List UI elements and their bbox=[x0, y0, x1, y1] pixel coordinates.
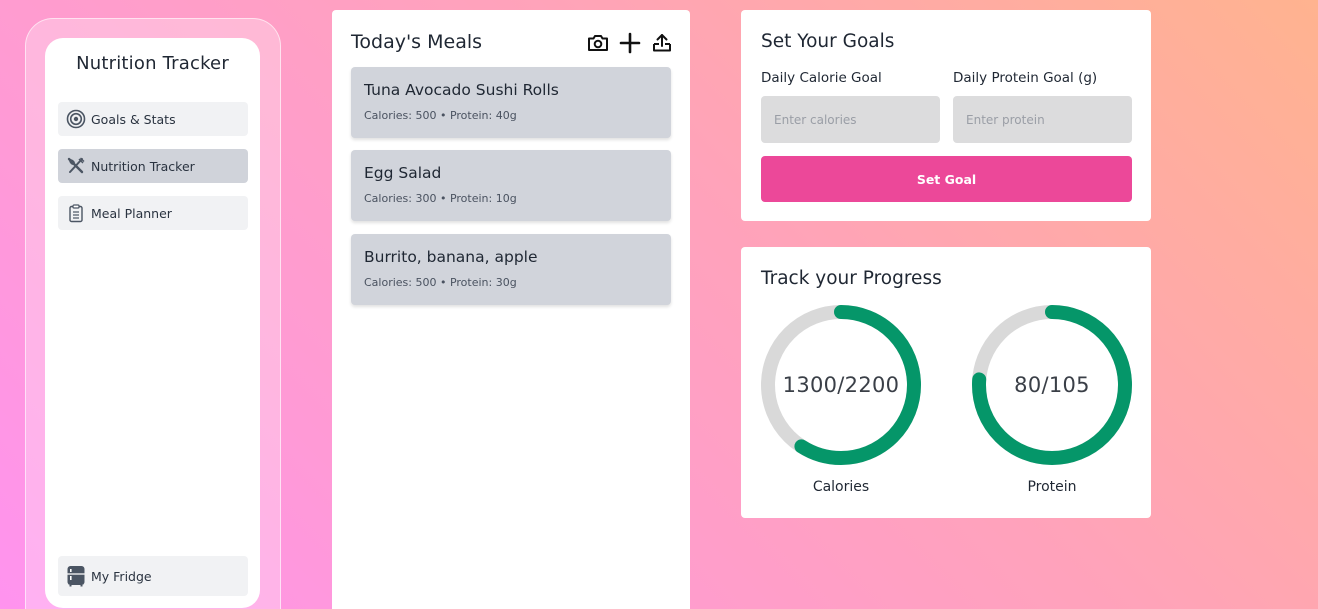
protein-ring-value: 80/105 bbox=[1014, 373, 1090, 397]
sidebar-item-label: Goals & Stats bbox=[91, 111, 176, 127]
sidebar-item-label: Meal Planner bbox=[91, 205, 172, 221]
sidebar-item-goals-stats[interactable]: Goals & Stats bbox=[58, 102, 248, 136]
clipboard-icon bbox=[66, 203, 86, 223]
sidebar: Nutrition Tracker Goals & Stats Nutritio… bbox=[45, 38, 260, 608]
meal-nutrition: Calories: 500 • Protein: 40g bbox=[364, 109, 517, 122]
upload-icon[interactable] bbox=[650, 31, 674, 55]
meal-name: Tuna Avocado Sushi Rolls bbox=[364, 81, 559, 99]
fridge-icon bbox=[66, 566, 86, 587]
progress-title: Track your Progress bbox=[761, 268, 942, 289]
set-goals-panel: Set Your Goals Daily Calorie Goal Daily … bbox=[741, 10, 1151, 221]
meal-name: Egg Salad bbox=[364, 164, 442, 182]
meal-nutrition: Calories: 300 • Protein: 10g bbox=[364, 192, 517, 205]
meal-nutrition: Calories: 500 • Protein: 30g bbox=[364, 276, 517, 289]
protein-progress-ring: 80/105 bbox=[971, 304, 1133, 466]
todays-meals-panel: Today's Meals Tuna Avocado Sushi Rolls C… bbox=[332, 10, 690, 609]
sidebar-item-my-fridge[interactable]: My Fridge bbox=[58, 556, 248, 596]
target-icon bbox=[66, 109, 86, 129]
protein-goal-label: Daily Protein Goal (g) bbox=[953, 70, 1098, 86]
meals-actions bbox=[586, 31, 674, 55]
app-title: Nutrition Tracker bbox=[76, 53, 229, 74]
calorie-goal-label: Daily Calorie Goal bbox=[761, 70, 882, 86]
meal-name: Burrito, banana, apple bbox=[364, 248, 538, 266]
meal-card[interactable]: Burrito, banana, apple Calories: 500 • P… bbox=[351, 234, 671, 305]
sidebar-item-label: Nutrition Tracker bbox=[91, 158, 195, 174]
utensils-icon bbox=[66, 156, 86, 176]
meals-title: Today's Meals bbox=[351, 31, 483, 53]
goals-title: Set Your Goals bbox=[761, 31, 895, 52]
plus-icon[interactable] bbox=[618, 31, 642, 55]
track-progress-panel: Track your Progress 1300/2200 Calories 8… bbox=[741, 247, 1151, 518]
set-goal-button[interactable]: Set Goal bbox=[761, 156, 1132, 202]
sidebar-item-nutrition-tracker[interactable]: Nutrition Tracker bbox=[58, 149, 248, 183]
calories-ring-label: Calories bbox=[812, 479, 870, 495]
sidebar-item-label: My Fridge bbox=[91, 568, 152, 584]
protein-ring-label: Protein bbox=[1027, 479, 1077, 495]
camera-icon[interactable] bbox=[586, 31, 610, 55]
meal-card[interactable]: Egg Salad Calories: 300 • Protein: 10g bbox=[351, 150, 671, 221]
calorie-goal-input[interactable] bbox=[761, 96, 940, 143]
calories-progress-ring: 1300/2200 bbox=[760, 304, 922, 466]
sidebar-item-meal-planner[interactable]: Meal Planner bbox=[58, 196, 248, 230]
meal-card[interactable]: Tuna Avocado Sushi Rolls Calories: 500 •… bbox=[351, 67, 671, 138]
calories-ring-value: 1300/2200 bbox=[782, 373, 900, 397]
protein-goal-input[interactable] bbox=[953, 96, 1132, 143]
